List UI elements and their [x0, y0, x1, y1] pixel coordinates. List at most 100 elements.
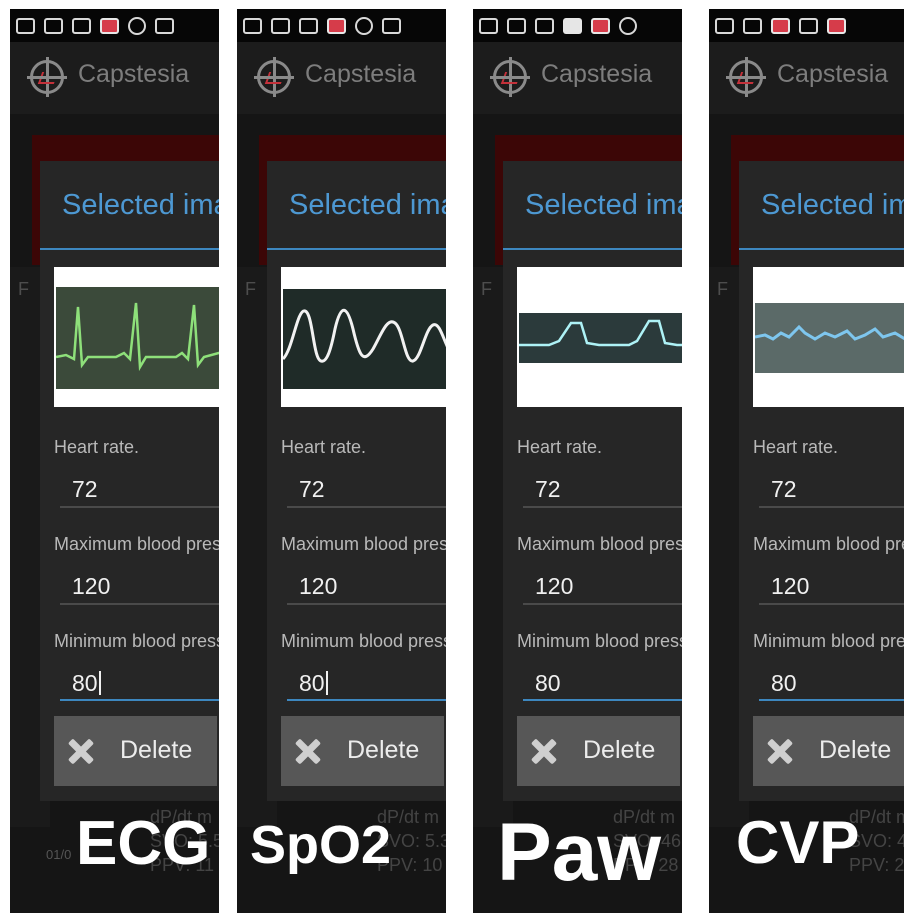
image-icon	[299, 17, 318, 34]
inbox-icon	[591, 17, 610, 34]
max-bp-input[interactable]: 120	[535, 573, 573, 600]
text-cursor	[325, 671, 328, 695]
delete-label: Delete	[819, 736, 892, 764]
waveform-image	[517, 267, 682, 407]
inbox-icon	[827, 17, 846, 34]
max-bp-underline	[287, 603, 446, 605]
dialog-divider	[40, 248, 219, 250]
chat-icon	[16, 17, 35, 34]
inbox-icon	[100, 17, 119, 34]
heart-rate-label: Heart rate.	[281, 437, 367, 457]
heart-rate-input[interactable]: 72	[771, 476, 797, 503]
cvp-waveform-icon	[755, 303, 904, 373]
chat-icon	[715, 17, 734, 34]
delete-button[interactable]: Delete	[517, 716, 680, 786]
max-bp-input[interactable]: 120	[72, 573, 110, 600]
delete-label: Delete	[120, 736, 193, 764]
min-bp-input[interactable]: 80	[72, 670, 101, 697]
min-bp-label: Minimum blood pressure	[517, 631, 682, 651]
max-bp-label: Maximum blood pressure	[517, 534, 682, 554]
image-icon	[799, 17, 818, 34]
paw-waveform-icon	[519, 313, 682, 363]
notification-icon	[382, 17, 401, 34]
min-bp-input[interactable]: 80	[535, 670, 561, 697]
mail-icon	[44, 17, 63, 34]
sync-icon	[355, 16, 373, 35]
delete-button[interactable]: Delete	[281, 716, 444, 786]
panel-spo2: Capstesia F Selected image Heart rate. 7…	[237, 9, 446, 913]
sync-icon	[619, 16, 637, 35]
delete-button[interactable]: Delete	[753, 716, 904, 786]
caption-spo2: SpO2	[250, 815, 392, 875]
caption-ecg: ECG	[76, 809, 211, 878]
mail-icon	[271, 17, 290, 34]
action-bar: Capstesia	[473, 42, 682, 114]
max-bp-input[interactable]: 120	[299, 573, 337, 600]
background-date: 01/0	[46, 847, 72, 862]
heart-rate-label: Heart rate.	[54, 437, 140, 457]
app-title: Capstesia	[777, 60, 889, 88]
waveform-image	[54, 267, 219, 407]
ecg-waveform-icon	[56, 287, 219, 389]
image-icon	[72, 17, 91, 34]
heart-rate-underline	[287, 506, 446, 508]
selected-image-dialog: Selected image Heart rate. 72 Maximum bl…	[267, 161, 446, 801]
min-bp-input[interactable]: 80	[299, 670, 328, 697]
app-title: Capstesia	[305, 60, 417, 88]
min-bp-underline	[287, 699, 446, 701]
max-bp-label: Maximum blood pressure	[281, 534, 446, 554]
status-bar	[473, 9, 682, 42]
notification-icon	[155, 17, 174, 34]
dialog-title: Selected image	[62, 189, 219, 221]
action-bar: Capstesia	[237, 42, 446, 114]
heart-rate-label: Heart rate.	[753, 437, 839, 457]
selected-image-dialog: Selected image Heart rate. 72 Maximum bl…	[40, 161, 219, 801]
max-bp-label: Maximum blood pressure	[753, 534, 904, 554]
heart-rate-input[interactable]: 72	[72, 476, 98, 503]
chat-icon	[479, 17, 498, 34]
close-icon	[531, 738, 557, 764]
image-icon	[535, 17, 554, 34]
selected-image-dialog: Selected image Heart rate. 72 Maximum bl…	[503, 161, 682, 801]
delete-label: Delete	[583, 736, 656, 764]
min-bp-value: 80	[72, 670, 98, 696]
panel-ecg: Capstesia F Selected image Heart rate. 7…	[10, 9, 219, 913]
inbox-icon	[327, 17, 346, 34]
dialog-divider	[267, 248, 446, 250]
chat-icon	[243, 17, 262, 34]
min-bp-underline	[759, 699, 904, 701]
status-bar	[237, 9, 446, 42]
facebook-icon	[563, 17, 582, 34]
min-bp-label: Minimum blood pressure	[753, 631, 904, 651]
delete-label: Delete	[347, 736, 420, 764]
heart-rate-underline	[60, 506, 219, 508]
inbox-icon	[771, 17, 790, 34]
min-bp-underline	[523, 699, 682, 701]
caption-cvp: CVP	[736, 809, 860, 876]
sync-icon	[128, 16, 146, 35]
min-bp-underline	[60, 699, 219, 701]
min-bp-input[interactable]: 80	[771, 670, 797, 697]
app-title: Capstesia	[78, 60, 190, 88]
close-icon	[295, 738, 321, 764]
text-cursor	[98, 671, 101, 695]
close-icon	[68, 738, 94, 764]
max-bp-underline	[759, 603, 904, 605]
heart-rate-input[interactable]: 72	[299, 476, 325, 503]
heart-rate-underline	[523, 506, 682, 508]
action-bar: Capstesia	[709, 42, 904, 114]
min-bp-label: Minimum blood pressure	[54, 631, 219, 651]
max-bp-input[interactable]: 120	[771, 573, 809, 600]
dialog-divider	[739, 248, 904, 250]
max-bp-underline	[523, 603, 682, 605]
heart-rate-input[interactable]: 72	[535, 476, 561, 503]
capstesia-logo-icon	[726, 57, 766, 97]
waveform-image	[281, 267, 446, 407]
delete-button[interactable]: Delete	[54, 716, 217, 786]
panel-cvp: Capstesia F Selected image Heart rate. 7…	[709, 9, 904, 913]
selected-image-dialog: Selected image Heart rate. 72 Maximum bl…	[739, 161, 904, 801]
close-icon	[767, 738, 793, 764]
capstesia-logo-icon	[490, 57, 530, 97]
max-bp-label: Maximum blood pressure	[54, 534, 219, 554]
capstesia-logo-icon	[27, 57, 67, 97]
